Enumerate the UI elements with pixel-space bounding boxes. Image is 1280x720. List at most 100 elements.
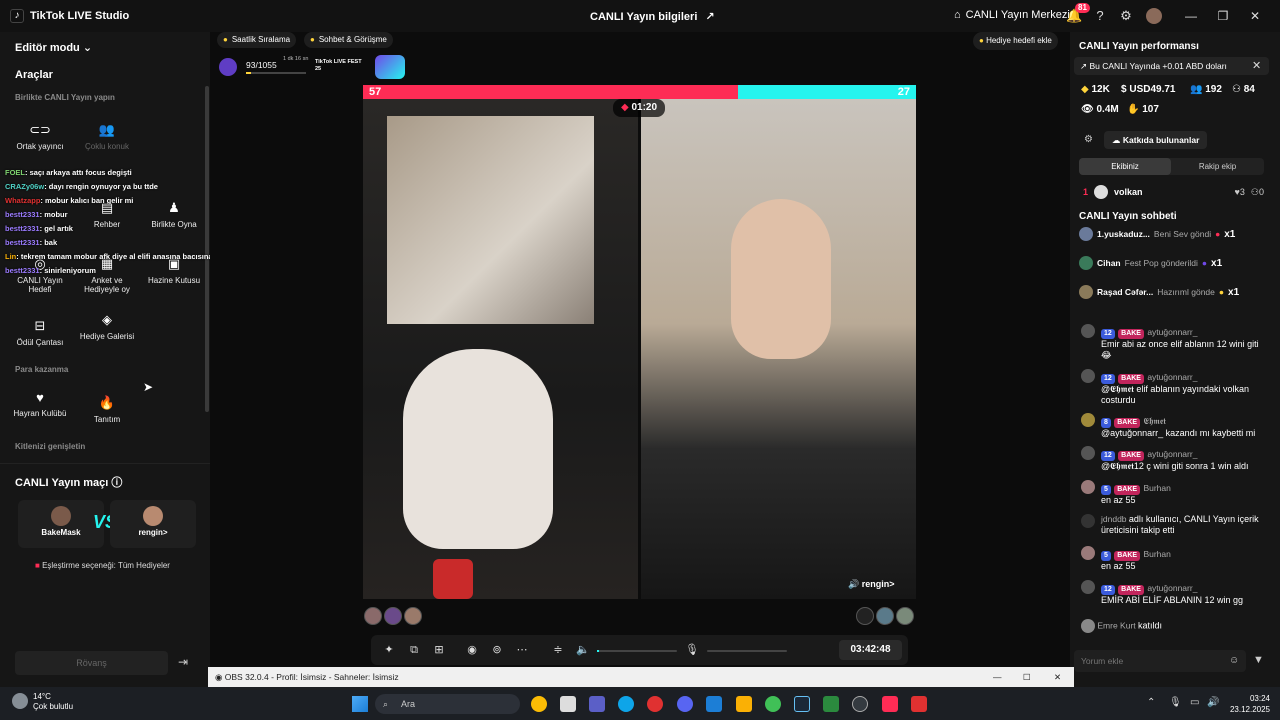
volume-icon[interactable]: 🔊 — [1207, 697, 1219, 708]
taskbar-search[interactable]: ⌕ Ara — [375, 694, 520, 714]
folder-icon[interactable] — [736, 696, 752, 712]
teams-icon[interactable] — [589, 696, 605, 712]
stat-value: 12K — [1091, 84, 1110, 95]
edge-icon[interactable] — [618, 696, 634, 712]
editor-mode-dropdown[interactable]: Editör modu ⌄ — [15, 41, 92, 54]
avatar[interactable] — [364, 607, 382, 625]
emoji-icon[interactable]: ☺ — [1229, 655, 1239, 666]
chat-user[interactable]: aytuğonnarr_ — [1147, 583, 1197, 593]
add-source-icon[interactable]: ⊞ — [432, 643, 446, 657]
exit-icon[interactable]: ⇥ — [178, 655, 194, 671]
clock[interactable]: 03:24 23.12.2025 — [1224, 693, 1270, 715]
chat-icon: ● — [310, 35, 315, 44]
player-card-host[interactable]: BakeMask — [18, 500, 104, 548]
minimize-icon[interactable]: — — [993, 667, 1002, 687]
tool-live-goal[interactable]: ◎ CANLI Yayın Hedefi — [11, 256, 69, 294]
close-icon[interactable]: ✕ — [1241, 6, 1269, 26]
live-info-button[interactable]: CANLI Yayın bilgileri ↗ — [590, 10, 715, 24]
obs-window-bar[interactable]: ◉ OBS 32.0.4 - Profil: İsimsiz - Sahnele… — [208, 667, 1074, 687]
minimize-icon[interactable]: — — [1177, 6, 1205, 26]
obs-taskbar-icon[interactable] — [852, 696, 868, 712]
tool-reward-bag[interactable]: ⊟ Ödül Çantası — [11, 318, 69, 347]
tool-co-host[interactable]: ⊂⊃ Ortak yayıncı — [11, 122, 69, 151]
score-right: 27 — [897, 86, 910, 98]
youtube-icon[interactable] — [911, 696, 927, 712]
maximize-icon[interactable]: ☐ — [1023, 667, 1031, 687]
tool-gift-gallery[interactable]: ◈ Hediye Galerisi — [78, 312, 136, 341]
chat-user[interactable]: jdnddb — [1101, 514, 1127, 524]
user-settings-icon[interactable]: ⚙ — [1084, 134, 1093, 145]
tool-play-together[interactable]: ♟ Birlikte Oyna — [145, 200, 203, 229]
speaker-icon[interactable]: 🔈 — [576, 643, 590, 657]
microphone-icon[interactable]: 🎙 — [685, 643, 699, 657]
chat-user[interactable]: Emre Kurt — [1097, 620, 1135, 630]
tool-promote[interactable]: 🔥 Tanıtım — [78, 395, 136, 424]
chat-user[interactable]: Burhan — [1143, 549, 1170, 559]
settings-sliders-icon[interactable]: ≑ — [551, 643, 565, 657]
chat-meet-chip[interactable]: ● Sohbet & Görüşme — [304, 32, 393, 48]
chat-user[interactable]: aytuğonnarr_ — [1147, 327, 1197, 337]
battle-timer-text: 01:20 — [631, 102, 658, 113]
tools-heading: Araçlar — [15, 69, 53, 81]
mail-icon[interactable] — [706, 696, 722, 712]
hourly-rank-label: Saatlik Sıralama — [231, 35, 291, 44]
info-icon[interactable]: ⓘ — [111, 477, 122, 489]
camera-icon[interactable]: ⊚ — [490, 643, 504, 657]
layout-icon[interactable]: ⧉ — [407, 643, 421, 657]
weather-widget[interactable]: 14°C Çok bulutlu — [33, 692, 73, 712]
chat-user[interactable]: aytuğonnarr_ — [1147, 372, 1197, 382]
avatar[interactable] — [404, 607, 422, 625]
weather-text: Çok bulutlu — [33, 702, 74, 711]
gear-icon[interactable]: ⚙ — [1118, 8, 1134, 24]
avatar[interactable] — [876, 607, 894, 625]
more-icon[interactable]: ⋯ — [515, 643, 529, 657]
chevron-up-icon[interactable]: ⌃ — [1147, 697, 1155, 708]
left-scrollbar[interactable] — [205, 86, 209, 412]
chat-text: EMİR ABİ ELİF ABLANIN 12 win gg — [1101, 595, 1244, 605]
hourly-rank-chip[interactable]: ● Saatlik Sıralama — [217, 32, 297, 48]
tool-multi-guest[interactable]: 👥 Çoklu konuk — [78, 122, 136, 151]
magic-wand-icon[interactable]: ✦ — [382, 643, 396, 657]
contributors-label: Katkıda bulunanlar — [1122, 135, 1200, 145]
live-center-button[interactable]: ⌂ CANLI Yayın Merkezi — [954, 9, 1070, 21]
avatar[interactable] — [856, 607, 874, 625]
close-icon[interactable]: ✕ — [1054, 667, 1061, 687]
opera-icon[interactable] — [647, 696, 663, 712]
tool-fan-club[interactable]: ♥ Hayran Kulübü — [11, 390, 69, 418]
chat-user[interactable]: 𝕰𝖍𝖒𝖊𝖙 — [1143, 416, 1165, 426]
tab-rival-team[interactable]: Rakip ekip — [1171, 158, 1264, 175]
stat-gifters: ✋ 107 — [1127, 104, 1159, 115]
filter-icon[interactable]: ▼ — [1253, 654, 1264, 666]
app-icon[interactable] — [823, 696, 839, 712]
tool-poll[interactable]: ▦ Anket ve Hediyeyle oy — [78, 256, 136, 294]
rematch-button[interactable]: Rövanş — [15, 651, 168, 675]
contributors-button[interactable]: ☁ Katkıda bulunanlar — [1104, 131, 1208, 149]
tab-our-team[interactable]: Ekibiniz — [1079, 158, 1171, 175]
discord-icon[interactable] — [677, 696, 693, 712]
close-icon[interactable]: ✕ — [1252, 59, 1261, 72]
chrome-alt-icon[interactable] — [765, 696, 781, 712]
chat-user[interactable]: aytuğonnarr_ — [1147, 449, 1197, 459]
store-icon[interactable] — [560, 696, 576, 712]
comment-input[interactable] — [1074, 650, 1246, 672]
chrome-icon[interactable] — [531, 696, 547, 712]
volume-slider[interactable] — [597, 650, 677, 652]
contributor-row[interactable]: 1 volkan ♥3 ⚇0 — [1083, 185, 1268, 199]
gift-goal-button[interactable]: ● Hediye hedefi ekle — [973, 32, 1058, 50]
mic-slider[interactable] — [707, 650, 787, 652]
record-icon[interactable]: ◉ — [465, 643, 479, 657]
player-card-opponent[interactable]: rengin> — [110, 500, 196, 548]
steam-icon[interactable] — [794, 696, 810, 712]
search-icon: ⌕ — [383, 699, 389, 709]
chat-user[interactable]: Burhan — [1143, 483, 1170, 493]
help-icon[interactable]: ? — [1092, 8, 1108, 24]
microphone-icon[interactable]: 🎙 — [1169, 697, 1182, 708]
maximize-icon[interactable]: ❐ — [1209, 6, 1237, 26]
tiktok-taskbar-icon[interactable] — [882, 696, 898, 712]
opponent-label[interactable]: 🔊 rengin> — [848, 579, 894, 590]
avatar[interactable] — [896, 607, 914, 625]
avatar[interactable] — [384, 607, 402, 625]
windows-start-icon[interactable] — [352, 696, 368, 712]
network-icon[interactable]: ▭ — [1190, 697, 1199, 708]
avatar[interactable] — [1146, 8, 1162, 24]
